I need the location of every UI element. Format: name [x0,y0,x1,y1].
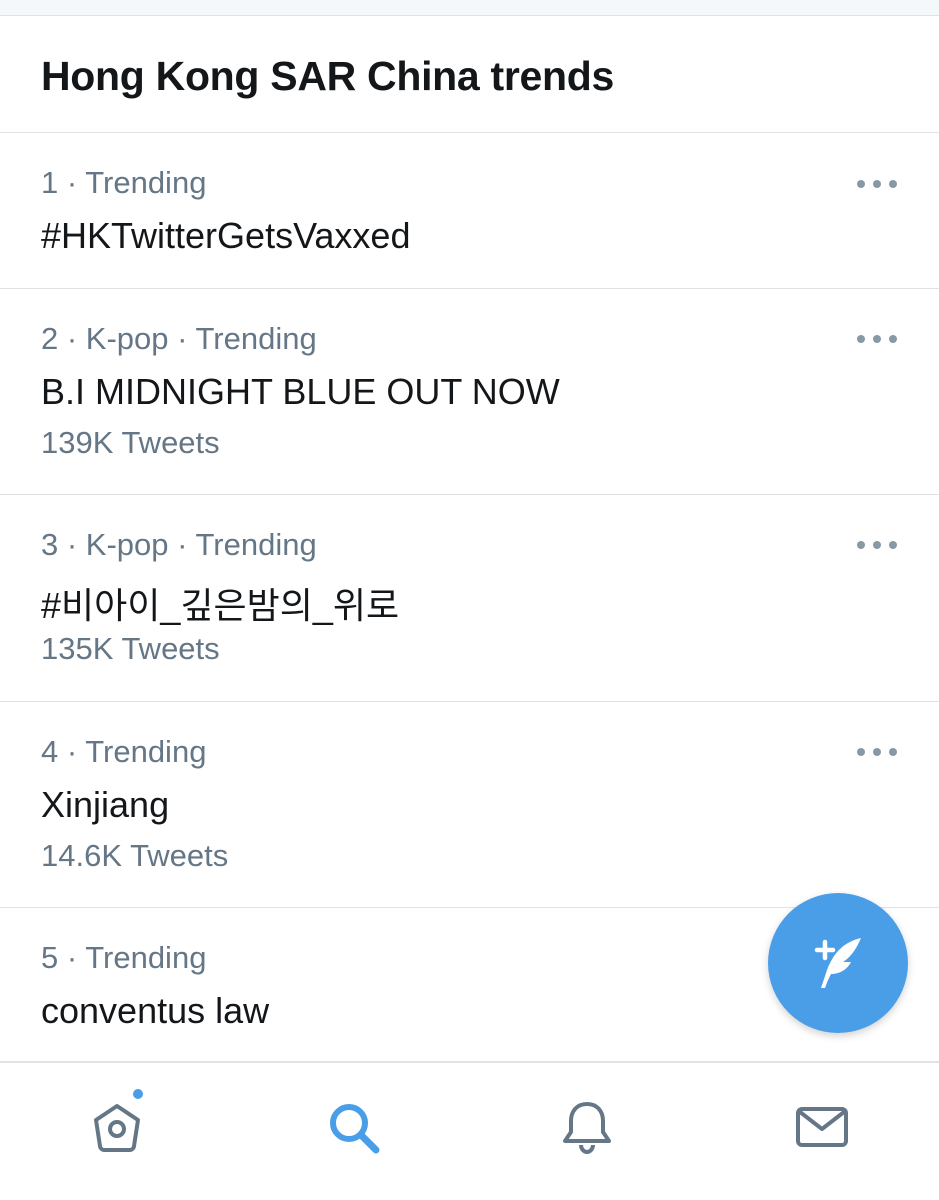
bell-icon [563,1102,611,1155]
more-options-icon[interactable] [857,332,897,346]
more-options-icon[interactable] [857,177,897,191]
trend-name: conventus law [41,990,270,1031]
tab-home[interactable] [87,1087,147,1157]
tab-search[interactable] [323,1097,383,1157]
search-icon [330,1104,380,1154]
tab-messages[interactable] [792,1097,852,1157]
trend-name: #HKTwitterGetsVaxxed [41,215,411,256]
tweet-count: 139K Tweets [41,425,220,460]
trend-item[interactable]: 2 · K-pop · Trending B.I MIDNIGHT BLUE O… [0,289,939,495]
tweet-count: 14.6K Tweets [41,838,229,873]
home-icon [94,1104,140,1152]
trend-meta: 2 · K-pop · Trending [41,321,317,356]
page-title: Hong Kong SAR China trends [41,53,615,99]
bottom-tab-bar [0,1062,939,1200]
trend-name: Xinjiang [41,784,170,825]
trend-item[interactable]: 4 · Trending Xinjiang 14.6K Tweets [0,702,939,908]
trend-item[interactable]: 1 · Trending #HKTwitterGetsVaxxed [0,133,939,289]
trend-item[interactable]: 3 · K-pop · Trending #비아이_깊은밤의_위로 135K T… [0,495,939,702]
trend-meta: 5 · Trending [41,940,207,975]
trend-name: B.I MIDNIGHT BLUE OUT NOW [41,371,560,412]
notification-dot [131,1087,145,1101]
feather-plus-icon [814,938,861,988]
trend-name: #비아이_깊은밤의_위로 [41,585,400,626]
more-options-icon[interactable] [857,538,897,552]
mail-icon [796,1107,848,1147]
trend-meta: 4 · Trending [41,734,207,769]
trend-meta: 3 · K-pop · Trending [41,527,317,562]
tweet-count: 135K Tweets [41,631,220,666]
compose-tweet-button[interactable] [768,893,908,1033]
page-header: Hong Kong SAR China trends [0,17,939,133]
tab-notifications[interactable] [557,1097,617,1157]
status-bar-strip [0,0,939,16]
more-options-icon[interactable] [857,745,897,759]
trend-meta: 1 · Trending [41,165,207,200]
